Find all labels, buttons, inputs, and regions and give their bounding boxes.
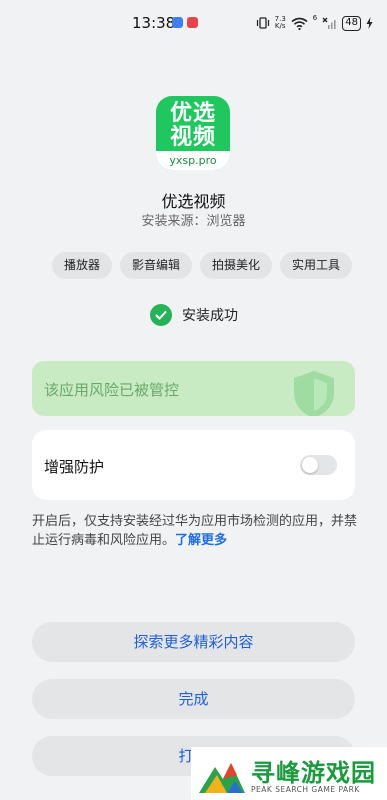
battery-indicator: 48 — [342, 15, 361, 31]
toggle-knob — [302, 457, 318, 473]
enhanced-protection-toggle[interactable] — [300, 455, 337, 475]
network-speed: 7.3 K/s — [275, 16, 286, 30]
protection-description: 开启后，仅支持安装经过华为应用市场检测的应用，并禁止运行病毒和风险应用。了解更多 — [32, 512, 362, 550]
install-source: 安装来源：浏览器 — [141, 214, 246, 229]
status-indicators: 7.3 K/s 6 48 — [256, 14, 373, 32]
charging-icon — [366, 17, 373, 29]
app-name: 优选视频 — [161, 192, 226, 211]
app-icon-text-line1: 优选 — [169, 101, 216, 126]
network-speed-unit: K/s — [274, 22, 286, 30]
check-circle-icon — [150, 304, 172, 326]
category-tag: 影音编辑 — [120, 252, 193, 279]
category-tag: 播放器 — [52, 252, 113, 279]
category-tag: 实用工具 — [280, 252, 353, 279]
notification-app-icon — [187, 17, 198, 28]
app-icon-text-line2: 视频 — [169, 125, 216, 150]
signal-label: 6 — [312, 14, 318, 22]
watermark-title: 寻峰游戏园 — [251, 759, 376, 787]
watermark: 寻峰游戏园 PEAK SEARCH GAME PARK — [191, 747, 387, 800]
app-icon-text: 优选 视频 — [156, 102, 230, 150]
category-tag: 拍摄美化 — [200, 252, 273, 279]
install-status: 安装成功 — [150, 304, 238, 326]
enhanced-protection-card: 增强防护 — [32, 430, 355, 500]
status-bar: 13:38 7.3 K/s 6 48 — [0, 0, 387, 44]
category-tags: 播放器 影音编辑 拍摄美化 实用工具 — [52, 252, 353, 279]
app-icon-domain: yxsp.pro — [156, 151, 230, 170]
mountain-logo-icon — [199, 763, 245, 793]
notification-app-icon — [172, 17, 183, 28]
no-signal-icon — [322, 17, 336, 29]
watermark-subtitle: PEAK SEARCH GAME PARK — [251, 785, 360, 794]
app-icon: 优选 视频 yxsp.pro — [156, 96, 230, 170]
enhanced-protection-label: 增强防护 — [44, 458, 105, 476]
install-success-text: 安装成功 — [182, 308, 238, 324]
learn-more-link[interactable]: 了解更多 — [175, 533, 227, 548]
status-time: 13:38 — [132, 14, 176, 32]
risk-controlled-banner: 该应用风险已被管控 — [32, 361, 355, 416]
wifi-icon — [291, 17, 308, 30]
vibrate-icon — [256, 17, 269, 29]
risk-banner-text: 该应用风险已被管控 — [44, 381, 180, 399]
done-button[interactable]: 完成 — [32, 679, 355, 719]
shield-icon — [294, 371, 334, 416]
explore-more-button[interactable]: 探索更多精彩内容 — [32, 622, 355, 662]
